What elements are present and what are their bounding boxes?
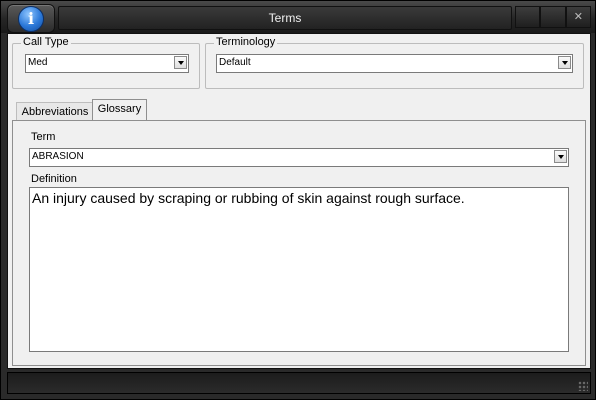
term-label: Term (31, 131, 56, 143)
chevron-down-icon[interactable] (554, 150, 567, 163)
minimize-button[interactable] (515, 6, 541, 28)
terminology-group: Terminology Default (205, 36, 584, 89)
tab-glossary[interactable]: Glossary (92, 99, 147, 121)
term-value: ABRASION (32, 151, 84, 162)
call-type-label: Call Type (21, 36, 71, 48)
chevron-down-icon[interactable] (558, 56, 571, 69)
close-button[interactable]: ✕ (565, 6, 591, 28)
call-type-value: Med (28, 57, 48, 68)
chevron-down-icon[interactable] (174, 56, 187, 69)
call-type-dropdown[interactable]: Med (25, 54, 189, 73)
definition-text: An injury caused by scraping or rubbing … (32, 190, 465, 206)
title-area: Terms (58, 6, 512, 30)
status-bar (7, 372, 591, 394)
window-controls: ✕ (515, 6, 591, 28)
tab-abbreviations[interactable]: Abbreviations (16, 102, 94, 121)
app-menu-button[interactable]: i (7, 4, 55, 33)
maximize-button[interactable] (540, 6, 566, 28)
call-type-group: Call Type Med (12, 36, 200, 89)
glossary-panel: Term ABRASION Definition An injury cause… (12, 120, 586, 366)
terminology-dropdown[interactable]: Default (216, 54, 573, 73)
terms-window: i Terms ✕ Call Type Med Terminology Defa… (0, 0, 596, 400)
info-icon: i (18, 6, 44, 32)
window-title: Terms (268, 11, 302, 25)
terminology-label: Terminology (214, 36, 278, 48)
definition-label: Definition (31, 173, 77, 185)
title-bar[interactable]: i Terms ✕ (1, 1, 595, 33)
definition-textarea[interactable]: An injury caused by scraping or rubbing … (29, 187, 569, 352)
resize-grip-icon[interactable] (578, 381, 588, 391)
close-icon: ✕ (573, 11, 583, 23)
terminology-value: Default (219, 57, 251, 68)
client-area: Call Type Med Terminology Default Abbrev… (7, 33, 591, 369)
term-dropdown[interactable]: ABRASION (29, 148, 569, 167)
